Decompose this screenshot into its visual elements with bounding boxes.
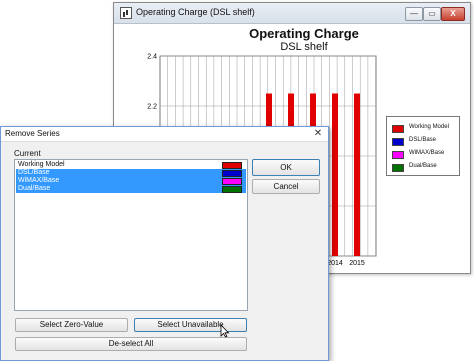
legend-swatch — [392, 138, 404, 146]
series-list-item-label: DSL/Base — [18, 169, 50, 176]
legend-label: DSL/Base — [409, 137, 437, 143]
dialog-titlebar[interactable]: Remove Series ✕ — [1, 127, 328, 142]
bar — [332, 93, 338, 256]
series-listbox[interactable]: Working Model DSL/Base WiMAX/Base Dual/Base — [14, 159, 248, 311]
legend-swatch — [392, 151, 404, 159]
dialog-title: Remove Series — [5, 129, 60, 138]
current-label: Current — [14, 149, 41, 158]
dialog-close-icon[interactable]: ✕ — [311, 127, 325, 141]
legend-label: Working Model — [409, 124, 449, 130]
legend-swatch — [392, 125, 404, 133]
series-list-item[interactable]: Dual/Base — [16, 185, 246, 193]
legend-label: Dual/Base — [409, 163, 437, 169]
remove-series-dialog: Remove Series ✕ Current Working Model DSL… — [0, 126, 329, 361]
select-zero-value-button[interactable]: Select Zero-Value — [15, 318, 128, 332]
series-color-swatch — [222, 170, 242, 177]
series-list-item[interactable]: Working Model — [16, 161, 246, 169]
series-list-item-label: Working Model — [18, 161, 65, 168]
bar — [354, 93, 360, 256]
mouse-cursor-icon — [220, 324, 230, 338]
legend-label: WiMAX/Base — [409, 150, 445, 156]
series-color-swatch — [222, 162, 242, 169]
y-tick-label: 2.4 — [147, 54, 157, 61]
select-unavailable-button[interactable]: Select Unavailable — [134, 318, 247, 332]
y-tick-label: 2.2 — [147, 104, 157, 111]
deselect-all-button[interactable]: De-select All — [15, 337, 247, 351]
legend-swatch — [392, 164, 404, 172]
chart-legend: Working Model DSL/Base WiMAX/Base Dual/Base — [386, 116, 460, 176]
series-list-item[interactable]: WiMAX/Base — [16, 177, 246, 185]
series-color-swatch — [222, 186, 242, 193]
ok-button[interactable]: OK — [252, 159, 320, 176]
series-list-item-label: WiMAX/Base — [18, 177, 60, 184]
series-list-item-label: Dual/Base — [18, 185, 51, 192]
series-list-item[interactable]: DSL/Base — [16, 169, 246, 177]
x-tick-label: 2015 — [349, 260, 365, 267]
cancel-button[interactable]: Cancel — [252, 179, 320, 194]
series-color-swatch — [222, 178, 242, 185]
x-tick-label: 2014 — [327, 260, 343, 267]
